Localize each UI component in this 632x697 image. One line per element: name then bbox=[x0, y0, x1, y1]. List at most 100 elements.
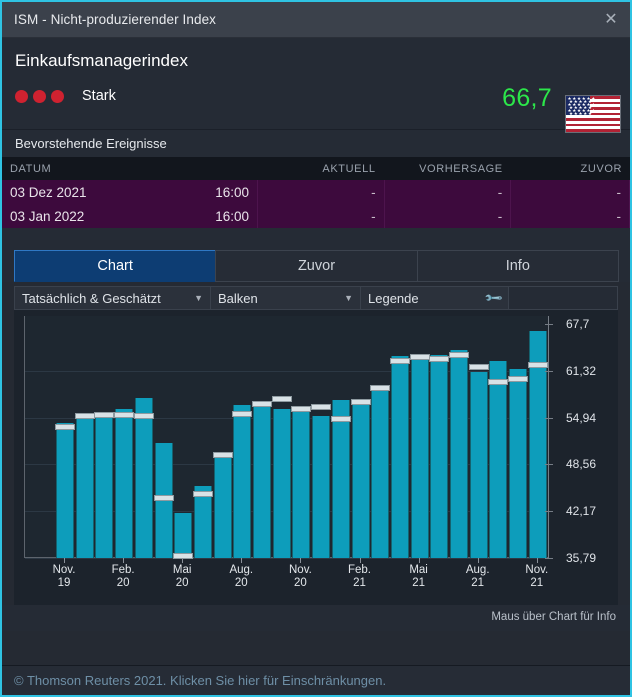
x-axis-tick-label: Nov. 19 bbox=[52, 564, 76, 589]
y-axis-tick-label: 61,32 bbox=[566, 363, 597, 378]
forecast-marker bbox=[429, 356, 450, 363]
bar[interactable] bbox=[430, 354, 449, 558]
forecast-marker bbox=[271, 395, 292, 402]
forecast-marker bbox=[330, 415, 351, 422]
strength-dot-1 bbox=[15, 89, 28, 103]
event-date: 03 Jan 2022 bbox=[10, 208, 85, 224]
column-header-actual: AKTUELL bbox=[322, 162, 376, 175]
chevron-down-icon: ▼ bbox=[344, 293, 353, 303]
forecast-marker bbox=[311, 403, 332, 410]
event-forecast: - bbox=[385, 204, 512, 228]
bar[interactable] bbox=[174, 513, 193, 558]
x-axis-tick bbox=[241, 558, 243, 563]
tab-zuvor[interactable]: Zuvor bbox=[215, 250, 418, 282]
chart-bars bbox=[55, 316, 548, 560]
y-axis-tick bbox=[545, 417, 553, 419]
chart-plot bbox=[24, 316, 548, 560]
strength-label: Stark bbox=[82, 88, 116, 104]
series-dropdown[interactable]: Tatsächlich & Geschätzt ▼ bbox=[15, 287, 211, 309]
event-actual: - bbox=[258, 180, 385, 204]
bar[interactable] bbox=[233, 405, 252, 558]
y-axis-tick bbox=[545, 324, 553, 325]
bar[interactable] bbox=[95, 416, 114, 558]
forecast-marker bbox=[488, 378, 509, 385]
bar[interactable] bbox=[410, 359, 429, 558]
bar[interactable] bbox=[292, 411, 311, 558]
footer-disclaimer[interactable]: © Thomson Reuters 2021. Klicken Sie hier… bbox=[2, 665, 630, 695]
table-row[interactable]: 03 Dez 2021 16:00 - - - bbox=[2, 180, 630, 204]
forecast-marker bbox=[133, 413, 154, 420]
chart-hint: Maus über Chart für Info bbox=[2, 605, 630, 631]
x-axis-tick-label: Nov. 21 bbox=[525, 564, 549, 589]
window-title-bar: ISM - Nicht-produzierender Index ✕ bbox=[2, 2, 630, 38]
forecast-marker bbox=[114, 411, 135, 418]
chart-y-axis bbox=[545, 316, 562, 559]
bar[interactable] bbox=[134, 398, 153, 558]
event-time: 16:00 bbox=[215, 208, 249, 224]
x-axis-tick-label: Aug. 20 bbox=[229, 564, 254, 589]
bar[interactable] bbox=[115, 409, 134, 558]
forecast-marker bbox=[94, 411, 115, 418]
forecast-marker bbox=[192, 491, 213, 498]
bar[interactable] bbox=[390, 355, 409, 558]
x-axis-tick bbox=[182, 558, 184, 563]
x-axis-tick-label: Feb. 21 bbox=[347, 564, 372, 589]
events-table-header: DATUM AKTUELL VORHERSAGE ZUVOR bbox=[2, 157, 630, 180]
legend-button[interactable]: Legende 🔧 bbox=[361, 287, 509, 309]
y-axis-tick-label: 67,7 bbox=[566, 317, 590, 331]
bar[interactable] bbox=[371, 391, 390, 558]
event-date: 03 Dez 2021 bbox=[10, 184, 87, 200]
event-date-cell: 03 Jan 2022 16:00 bbox=[2, 204, 258, 228]
bar[interactable] bbox=[312, 415, 331, 558]
forecast-marker bbox=[527, 362, 548, 369]
forecast-marker bbox=[55, 424, 75, 431]
bar[interactable] bbox=[489, 361, 508, 558]
y-axis-tick-label: 35,79 bbox=[566, 551, 597, 565]
forecast-marker bbox=[409, 353, 430, 360]
bar[interactable] bbox=[56, 422, 74, 558]
x-axis-tick bbox=[418, 558, 420, 563]
bar[interactable] bbox=[253, 400, 271, 558]
column-header-forecast: VORHERSAGE bbox=[419, 162, 503, 175]
forecast-marker bbox=[389, 358, 410, 365]
close-icon[interactable]: ✕ bbox=[598, 7, 624, 33]
event-previous: - bbox=[511, 180, 630, 204]
charttype-dropdown-value: Balken bbox=[218, 290, 258, 306]
chart-area[interactable]: Nov. 19 Feb. 20 Mai 20 Aug. 20 Nov. 20 Feb. 21 Mai 21… bbox=[14, 310, 618, 605]
column-header-date: DATUM bbox=[10, 162, 52, 175]
charttype-dropdown[interactable]: Balken ▼ bbox=[211, 287, 361, 309]
index-header: Einkaufsmanagerindex Stark 66,7 ★★★★★★ ★… bbox=[2, 38, 630, 133]
bar[interactable] bbox=[450, 349, 468, 558]
event-previous: - bbox=[511, 204, 630, 228]
events-spacer bbox=[2, 228, 630, 242]
y-axis-tick-label: 48,56 bbox=[566, 457, 597, 472]
y-axis-tick bbox=[545, 464, 553, 466]
x-axis-tick bbox=[536, 558, 538, 563]
chart-controls: Tatsächlich & Geschätzt ▼ Balken ▼ Legen… bbox=[14, 286, 618, 310]
event-actual: - bbox=[258, 204, 385, 228]
tab-info[interactable]: Info bbox=[416, 250, 619, 282]
bar[interactable] bbox=[213, 453, 232, 558]
column-header-previous: ZUVOR bbox=[580, 162, 623, 175]
bar[interactable] bbox=[331, 400, 350, 558]
legend-button-label: Legende bbox=[368, 290, 419, 306]
window-title: ISM - Nicht-produzierender Index bbox=[14, 12, 217, 27]
bar[interactable] bbox=[75, 419, 94, 558]
x-axis-tick-label: Mai 20 bbox=[172, 564, 192, 589]
forecast-marker bbox=[508, 375, 529, 382]
us-flag-icon: ★★★★★★ ★★★★★ ★★★★★★ ★★★★★ ★★★★★★ ★★★★★ bbox=[565, 95, 621, 133]
bar[interactable] bbox=[469, 372, 488, 558]
x-axis-tick bbox=[477, 558, 479, 563]
bar[interactable] bbox=[351, 400, 370, 558]
flag-canton: ★★★★★★ ★★★★★ ★★★★★★ ★★★★★ ★★★★★★ ★★★★★ bbox=[566, 96, 597, 116]
bar[interactable] bbox=[272, 409, 291, 558]
event-forecast: - bbox=[385, 180, 512, 204]
table-row[interactable]: 03 Jan 2022 16:00 - - - bbox=[2, 204, 630, 228]
x-axis-tick bbox=[64, 558, 65, 563]
y-axis-tick-label: 54,94 bbox=[566, 410, 597, 425]
bar[interactable] bbox=[509, 369, 528, 558]
controls-filler bbox=[509, 287, 617, 309]
x-axis-tick bbox=[123, 558, 125, 563]
tab-chart[interactable]: Chart bbox=[14, 250, 217, 282]
strength-dot-3 bbox=[51, 89, 64, 103]
